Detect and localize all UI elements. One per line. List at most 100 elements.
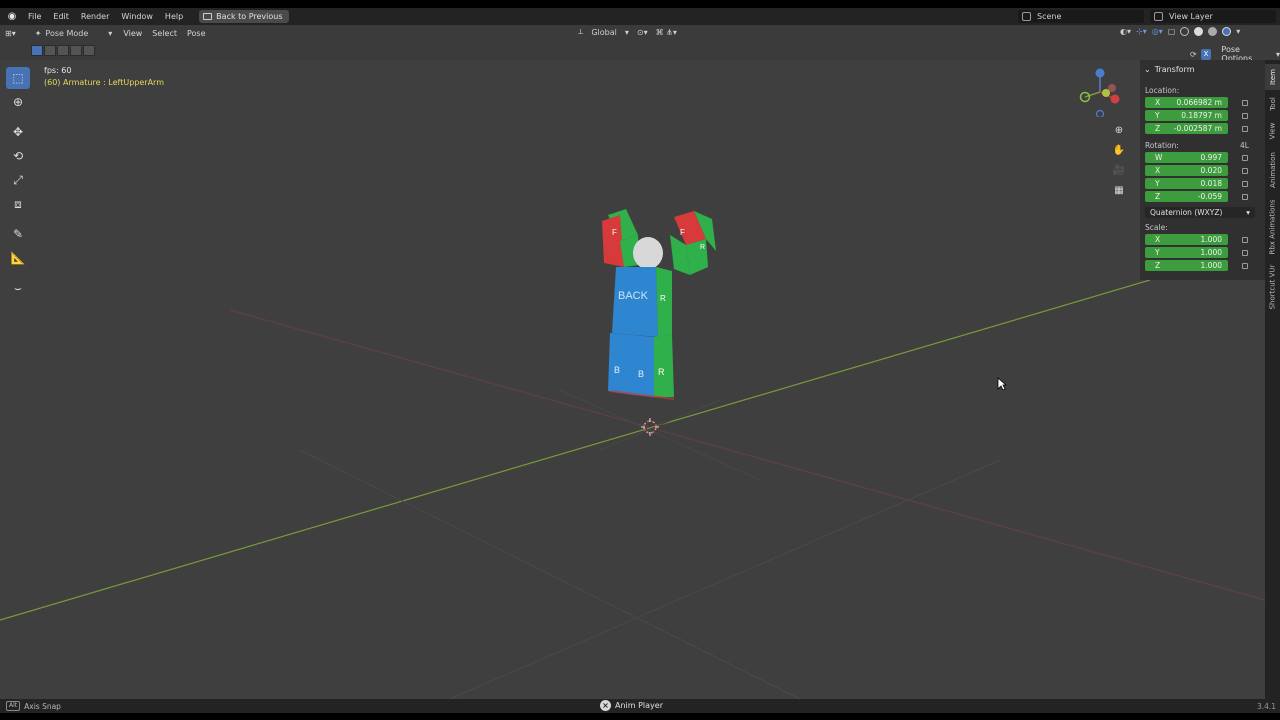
select-extend-icon[interactable] xyxy=(44,45,56,56)
axis-label: X xyxy=(1155,166,1161,175)
rotation-w-field[interactable]: W 0.997 xyxy=(1145,152,1228,163)
location-x-field[interactable]: X 0.066982 m xyxy=(1145,97,1228,108)
tab-label: Tool xyxy=(1268,97,1277,111)
field-value: 0.18797 m xyxy=(1181,111,1222,120)
scene-icon xyxy=(1022,12,1031,21)
back-to-previous-button[interactable]: Back to Previous xyxy=(199,10,289,23)
scale-x-field[interactable]: X 1.000 xyxy=(1145,234,1228,245)
axis-snap-hint: Alt Axis Snap xyxy=(6,701,61,711)
tab-view[interactable]: View xyxy=(1265,118,1280,144)
select-subtract-icon[interactable] xyxy=(57,45,69,56)
y-axis-line xyxy=(0,279,1151,621)
anim-player-indicator[interactable]: × Anim Player xyxy=(600,700,663,711)
roblox-rig-character[interactable]: F F R BACK R B B R xyxy=(590,205,730,405)
lock-icon[interactable] xyxy=(1242,263,1248,269)
gizmo-toggle-icon[interactable]: ⊹▾ xyxy=(1136,27,1147,36)
select-box-tool-icon[interactable]: ⬚ xyxy=(6,67,30,89)
menu-edit[interactable]: Edit xyxy=(47,12,75,21)
field-value: 0.018 xyxy=(1200,179,1222,188)
lock-icon[interactable] xyxy=(1242,100,1248,106)
lock-icon[interactable] xyxy=(1242,250,1248,256)
annotate-tool-icon[interactable]: ✎ xyxy=(6,223,30,245)
char-label: F xyxy=(612,228,617,237)
tab-animation[interactable]: Animation xyxy=(1265,148,1280,192)
select-intersect-icon[interactable] xyxy=(83,45,95,56)
mirror-icon[interactable]: ⟳ xyxy=(1190,50,1197,59)
pan-hand-icon[interactable]: ✋ xyxy=(1109,142,1129,158)
location-y-field[interactable]: Y 0.18797 m xyxy=(1145,110,1228,121)
field-value: 1.000 xyxy=(1200,261,1222,270)
navigation-gizmo[interactable] xyxy=(1075,67,1125,117)
3d-cursor-icon[interactable] xyxy=(641,418,659,436)
lock-icon[interactable] xyxy=(1242,113,1248,119)
tab-rbx-animations[interactable]: Rbx Animations xyxy=(1265,196,1280,258)
xray-icon[interactable]: ▢ xyxy=(1168,27,1176,36)
menu-select[interactable]: Select xyxy=(147,29,182,38)
wireframe-shading-icon[interactable] xyxy=(1180,27,1190,36)
rotation-mode-select[interactable]: Quaternion (WXYZ) ▾ xyxy=(1145,207,1255,218)
move-tool-icon[interactable]: ✥ xyxy=(6,121,30,143)
zoom-icon[interactable]: ⊕ xyxy=(1109,122,1129,138)
select-new-icon[interactable] xyxy=(31,45,43,56)
orientation-selector[interactable]: Global xyxy=(591,28,617,37)
tab-tool[interactable]: Tool xyxy=(1265,92,1280,116)
scale-tool-icon[interactable]: ⤢ xyxy=(6,169,30,191)
perspective-toggle-icon[interactable]: ▦ xyxy=(1109,182,1129,198)
pivot-icon[interactable]: ⊙▾ xyxy=(637,28,648,37)
axis-label: Z xyxy=(1155,192,1161,201)
viewport-header: ⊞▾ ✦ Pose Mode ▾ View Select Pose ⟂ Glob… xyxy=(0,25,1280,42)
lock-icon[interactable] xyxy=(1242,181,1248,187)
measure-tool-icon[interactable]: 📐 xyxy=(6,247,30,269)
rotation-x-field[interactable]: X 0.020 xyxy=(1145,165,1228,176)
tab-item[interactable]: Item xyxy=(1265,64,1280,90)
blender-logo-icon[interactable]: ◉ xyxy=(6,11,18,23)
rotation-mode-value: Quaternion (WXYZ) xyxy=(1150,208,1223,217)
menu-window[interactable]: Window xyxy=(115,12,159,21)
lock-icon[interactable] xyxy=(1242,168,1248,174)
location-z-field[interactable]: Z -0.002587 m xyxy=(1145,123,1228,134)
lock-icon[interactable] xyxy=(1242,194,1248,200)
editor-type-icon[interactable]: ⊞▾ xyxy=(0,29,21,38)
tab-label: Shortcut VUr xyxy=(1268,264,1277,310)
close-icon[interactable]: × xyxy=(600,700,611,711)
menu-pose[interactable]: Pose xyxy=(182,29,211,38)
menu-render[interactable]: Render xyxy=(75,12,115,21)
transform-tool-icon[interactable]: ⧈ xyxy=(6,193,30,215)
view-layer-selector[interactable]: View Layer xyxy=(1150,10,1276,23)
axis-label: Y xyxy=(1155,179,1160,188)
head xyxy=(633,237,663,269)
mouse-pointer-icon xyxy=(997,377,1007,391)
select-invert-icon[interactable] xyxy=(70,45,82,56)
menu-help[interactable]: Help xyxy=(159,12,189,21)
transform-section-header[interactable]: ⌄ Transform xyxy=(1144,65,1195,74)
tab-shortcut-vur[interactable]: Shortcut VUr xyxy=(1265,262,1280,312)
rendered-shading-icon[interactable] xyxy=(1222,27,1232,36)
rotate-tool-icon[interactable]: ⟲ xyxy=(6,145,30,167)
menu-file[interactable]: File xyxy=(22,12,47,21)
material-shading-icon[interactable] xyxy=(1208,27,1218,36)
snap-icon[interactable]: ⌘ ⋔▾ xyxy=(656,28,677,37)
shading-options-icon[interactable]: ▾ xyxy=(1236,27,1240,36)
camera-view-icon[interactable]: 🎥 xyxy=(1109,162,1129,178)
menu-view[interactable]: View xyxy=(118,29,147,38)
scale-z-field[interactable]: Z 1.000 xyxy=(1145,260,1228,271)
scene-selector[interactable]: Scene xyxy=(1018,10,1144,23)
solid-shading-icon[interactable] xyxy=(1194,27,1204,36)
3d-viewport[interactable]: fps: 60 (60) Armature : LeftUpperArm ⬚ ⊕… xyxy=(0,60,1265,699)
lock-icon[interactable] xyxy=(1242,237,1248,243)
rotation-y-field[interactable]: Y 0.018 xyxy=(1145,178,1228,189)
chevron-down-icon: ▾ xyxy=(108,29,113,38)
visibility-icon[interactable]: ◐▾ xyxy=(1120,27,1131,36)
top-menu-bar: ◉ File Edit Render Window Help Back to P… xyxy=(0,8,1280,25)
relax-pose-tool-icon[interactable]: ⌣ xyxy=(6,277,30,299)
chevron-down-icon: ▾ xyxy=(1246,208,1250,217)
scale-y-field[interactable]: Y 1.000 xyxy=(1145,247,1228,258)
rotation-z-field[interactable]: Z -0.059 xyxy=(1145,191,1228,202)
mode-selector[interactable]: ✦ Pose Mode ▾ xyxy=(29,29,119,38)
overlay-toggle-icon[interactable]: ◎▾ xyxy=(1152,27,1163,36)
x-mirror-toggle[interactable]: X xyxy=(1200,48,1212,60)
lock-icon[interactable] xyxy=(1242,155,1248,161)
lock-icon[interactable] xyxy=(1242,126,1248,132)
rotation-4l-toggle[interactable]: 4L xyxy=(1240,141,1249,150)
cursor-tool-icon[interactable]: ⊕ xyxy=(6,91,30,113)
